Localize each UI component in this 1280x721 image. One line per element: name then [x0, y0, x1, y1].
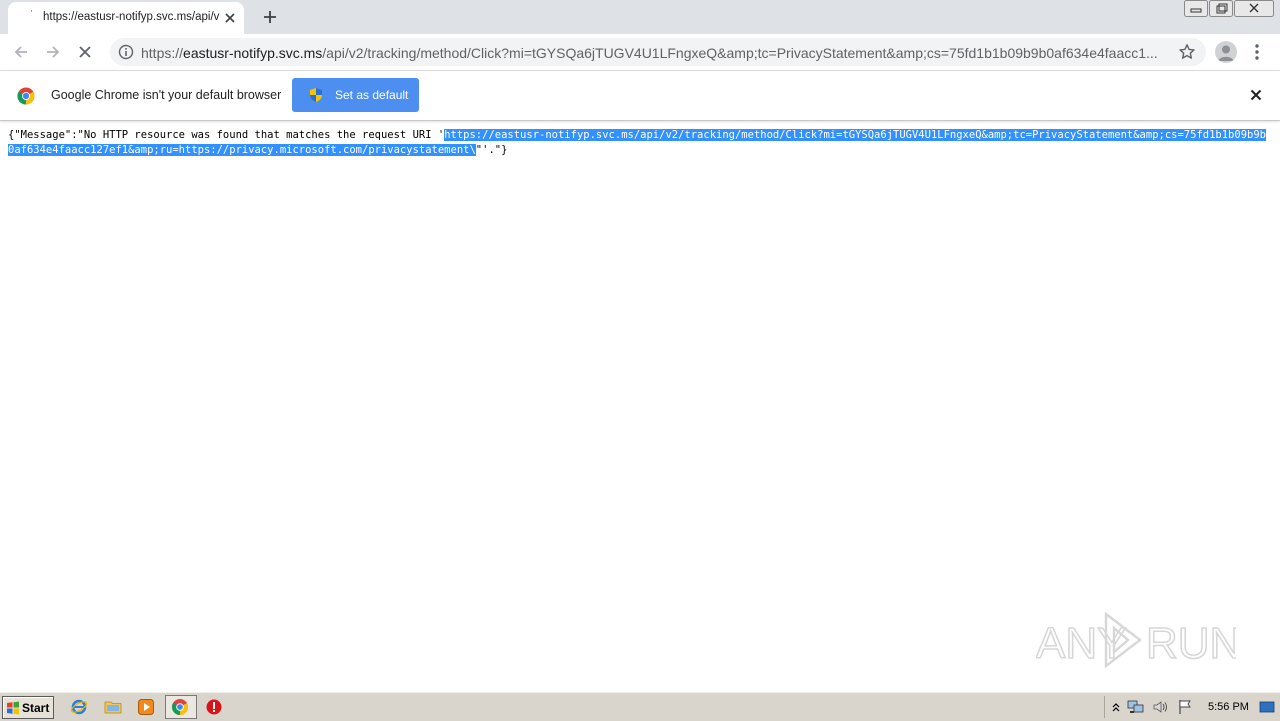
action-center-flag-icon[interactable] — [1177, 699, 1193, 715]
response-text-before: {"Message":"No HTTP resource was found t… — [8, 129, 445, 141]
stop-x-icon — [79, 46, 91, 58]
volume-icon[interactable] — [1152, 699, 1170, 715]
info-icon[interactable] — [118, 44, 134, 60]
url-text[interactable]: https://eastusr-notifyp.svc.ms/api/v2/tr… — [141, 45, 1171, 61]
start-button[interactable]: Start — [2, 696, 54, 719]
stop-icon — [206, 699, 222, 715]
taskbar-media-player[interactable] — [135, 697, 157, 717]
restore-button[interactable] — [1209, 0, 1233, 18]
taskbar-explorer[interactable] — [102, 697, 124, 717]
person-icon — [1218, 45, 1234, 61]
chrome-logo-icon — [17, 87, 35, 105]
show-desktop-icon[interactable] — [1259, 699, 1275, 715]
bookmark-star-icon[interactable] — [1178, 43, 1196, 61]
anyrun-watermark-logo: ANY RUN — [1036, 611, 1236, 669]
browser-toolbar: https://eastusr-notifyp.svc.ms/api/v2/tr… — [0, 34, 1280, 71]
watermark-text-right: RUN — [1146, 619, 1236, 668]
network-icon[interactable] — [1127, 699, 1145, 715]
media-player-icon — [138, 699, 154, 715]
set-as-default-label: Set as default — [335, 88, 409, 102]
default-browser-infobar: Google Chrome isn't your default browser… — [0, 71, 1280, 121]
forward-arrow-icon — [47, 46, 60, 58]
windows-taskbar: Start 5:56 PM — [0, 692, 1280, 721]
loading-spinner-icon — [30, 10, 32, 13]
close-window-icon — [1234, 0, 1274, 17]
infobar-message: Google Chrome isn't your default browser — [51, 88, 282, 102]
start-label: Start — [22, 700, 50, 715]
response-text-after: "'."} — [475, 144, 508, 156]
minimize-button[interactable] — [1184, 0, 1208, 18]
ie-icon — [70, 699, 88, 715]
address-bar[interactable]: https://eastusr-notifyp.svc.ms/api/v2/tr… — [110, 38, 1206, 66]
close-window-button[interactable] — [1234, 0, 1274, 18]
url-scheme: https:// — [141, 45, 184, 61]
url-path: /api/v2/tracking/method/Click?mi=tGYSQa6… — [322, 45, 1158, 61]
taskbar-ie[interactable] — [68, 697, 90, 717]
plus-icon — [264, 11, 276, 23]
uac-shield-icon — [310, 88, 322, 102]
new-tab-button[interactable] — [259, 7, 281, 27]
infobar-close-icon[interactable] — [1248, 87, 1264, 103]
forward-button[interactable] — [42, 41, 64, 63]
minimize-icon — [1184, 0, 1208, 17]
back-arrow-icon — [14, 46, 27, 58]
windows-flag-icon — [7, 701, 19, 714]
folder-icon — [104, 701, 122, 714]
chrome-icon — [171, 699, 189, 715]
tray-expand-icon[interactable] — [1111, 700, 1121, 714]
url-host: eastusr-notifyp.svc.ms — [183, 45, 323, 61]
back-button[interactable] — [10, 41, 32, 63]
profile-avatar[interactable] — [1215, 41, 1237, 63]
system-tray — [1104, 696, 1279, 718]
taskbar-stop-app[interactable] — [203, 697, 225, 717]
taskbar-clock[interactable]: 5:56 PM — [1208, 701, 1249, 713]
menu-kebab-icon[interactable] — [1252, 42, 1262, 62]
json-response-text[interactable]: {"Message":"No HTTP resource was found t… — [8, 128, 1268, 158]
browser-tab[interactable]: https://eastusr-notifyp.svc.ms/api/v — [8, 2, 244, 34]
taskbar-chrome[interactable] — [169, 697, 191, 717]
set-as-default-button[interactable]: Set as default — [292, 78, 419, 112]
stop-loading-button[interactable] — [74, 41, 96, 63]
tab-close-icon[interactable] — [222, 10, 238, 26]
tab-title: https://eastusr-notifyp.svc.ms/api/v — [43, 11, 220, 23]
tab-strip: https://eastusr-notifyp.svc.ms/api/v — [0, 0, 1280, 34]
restore-icon — [1209, 0, 1233, 17]
